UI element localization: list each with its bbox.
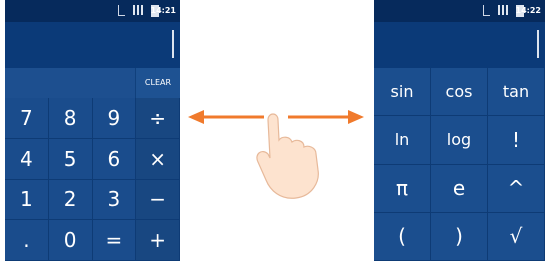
key-sin[interactable]: sin (374, 68, 431, 117)
key-7[interactable]: 7 (5, 98, 49, 139)
key-equals[interactable]: = (92, 220, 137, 261)
key-log[interactable]: log (431, 116, 488, 165)
hand-gesture-icon (256, 113, 319, 199)
key-tan[interactable]: tan (488, 68, 545, 117)
key-e[interactable]: e (431, 164, 488, 213)
key-2[interactable]: 2 (48, 179, 93, 221)
key-6[interactable]: 6 (92, 138, 137, 180)
clear-button[interactable]: CLEAR (135, 68, 180, 98)
swipe-gesture-illustration (188, 110, 364, 199)
swipe-arrow-left-icon (188, 110, 264, 124)
swipe-arrow-right-icon (288, 110, 364, 124)
key-4[interactable]: 4 (5, 138, 49, 180)
key-ln[interactable]: ln (374, 116, 431, 165)
signal-icon (497, 5, 508, 15)
key-close-paren[interactable]: ) (431, 212, 488, 261)
text-cursor (172, 30, 174, 58)
key-cos[interactable]: cos (431, 68, 488, 117)
key-factorial[interactable]: ! (488, 116, 545, 165)
text-cursor (537, 30, 539, 58)
key-pi[interactable]: π (374, 164, 431, 213)
key-1[interactable]: 1 (5, 179, 49, 221)
status-bar: 14:21 (5, 0, 180, 22)
key-9[interactable]: 9 (92, 98, 137, 139)
basic-keypad: 7 8 9 ÷ 4 5 6 × 1 2 3−. 0 = + (5, 98, 180, 261)
basic-calculator-screen: 14:21 CLEAR 7 8 9 ÷ 4 5 6 × 1 2 3−. 0 = + (5, 0, 180, 261)
key-open-paren[interactable]: ( (374, 212, 431, 261)
clear-row: CLEAR (5, 68, 180, 98)
status-time: 14:22 (515, 6, 541, 15)
key-0[interactable]: 0 (48, 220, 93, 261)
key-multiply[interactable]: × (136, 138, 180, 180)
network-icon (118, 5, 125, 16)
key-8[interactable]: 8 (48, 98, 93, 139)
status-time: 14:21 (150, 6, 176, 15)
key-decimal[interactable]: . (5, 220, 49, 261)
key-divide[interactable]: ÷ (136, 98, 180, 139)
advanced-calculator-screen: 14:22 sin cos tan ln log! π e ^ () √ (374, 0, 545, 261)
status-bar: 14:22 (374, 0, 545, 22)
calculator-display[interactable] (5, 22, 180, 68)
key-plus[interactable]: + (136, 220, 180, 261)
network-icon (483, 5, 490, 16)
key-power[interactable]: ^ (488, 164, 545, 213)
key-5[interactable]: 5 (48, 138, 93, 180)
signal-icon (132, 5, 143, 15)
key-3[interactable]: 3 (92, 179, 137, 221)
key-minus[interactable]: − (136, 179, 180, 221)
advanced-keypad: sin cos tan ln log! π e ^ () √ (374, 68, 545, 261)
key-sqrt[interactable]: √ (488, 212, 545, 261)
calculator-display[interactable] (374, 22, 545, 68)
